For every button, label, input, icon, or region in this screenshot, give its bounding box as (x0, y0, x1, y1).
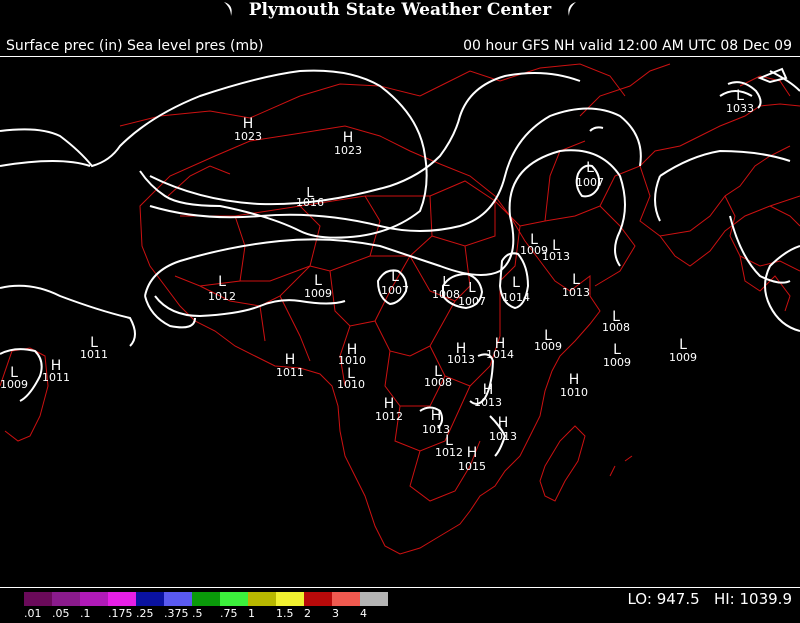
lo-label: LO: (627, 590, 652, 608)
hi-value: 1039.9 (739, 590, 793, 608)
center-type: H (431, 408, 442, 424)
center-value: 1023 (334, 144, 362, 157)
center-value: 1015 (458, 460, 486, 473)
legend-label: .25 (136, 607, 154, 620)
center-value: 1011 (276, 366, 304, 379)
center-value: 1016 (296, 196, 324, 209)
center-type: L (468, 281, 476, 296)
legend-swatch (24, 592, 52, 606)
precip-legend-labels: .01 .05 .1 .175.25 .375.5 .75 1 1.5 2 3 4 (24, 607, 404, 621)
legend-label: .175 (108, 607, 133, 620)
legend-swatch (136, 592, 164, 606)
hi-label: HI: (713, 590, 735, 608)
center-value: 1013 (562, 286, 590, 299)
center-value: 1008 (424, 376, 452, 389)
center-type: L (391, 269, 399, 285)
center-value: 1033 (726, 102, 754, 115)
legend-label: .05 (52, 607, 70, 620)
precip-color-legend (24, 592, 388, 606)
legend-label: 4 (360, 607, 367, 620)
legend-label: .75 (220, 607, 238, 620)
center-type: L (586, 160, 594, 176)
center-value: 1009 (534, 340, 562, 353)
center-value: 1013 (489, 430, 517, 443)
center-value: 1008 (602, 321, 630, 334)
min-max-pressure: LO: 947.5 HI: 1039.9 (627, 590, 792, 608)
center-type: H (467, 445, 478, 461)
legend-swatch (52, 592, 80, 606)
center-type: H (498, 415, 509, 431)
center-value: 1012 (375, 410, 403, 423)
center-value: 1010 (337, 378, 365, 391)
center-value: 1008 (432, 288, 460, 301)
legend-swatch (108, 592, 136, 606)
legend-swatch (248, 592, 276, 606)
legend-swatch (164, 592, 192, 606)
center-value: 1013 (447, 353, 475, 366)
center-type: L (512, 275, 520, 291)
center-value: 1007 (576, 176, 604, 189)
legend-label: 3 (332, 607, 339, 620)
center-value: 1007 (381, 284, 409, 297)
center-value: 1013 (474, 396, 502, 409)
center-value: 1023 (234, 130, 262, 143)
map-title: Plymouth State Weather Center (0, 0, 800, 22)
center-value: 1012 (208, 290, 236, 303)
legend-label: .375 (164, 607, 189, 620)
model-valid-time: 00 hour GFS NH valid 12:00 AM UTC 08 Dec… (463, 38, 792, 54)
legend-swatch (220, 592, 248, 606)
center-value: 1009 (669, 351, 697, 364)
legend-label: 2 (304, 607, 311, 620)
legend-label: 1 (248, 607, 255, 620)
weather-map: H1023 H1023 L1007 L1016 L1009 L1013 L101… (0, 56, 800, 588)
center-value: 1014 (486, 348, 514, 361)
lo-value: 947.5 (656, 590, 700, 608)
legend-swatch (304, 592, 332, 606)
center-value: 1010 (560, 386, 588, 399)
legend-swatch (276, 592, 304, 606)
legend-swatch (360, 592, 388, 606)
field-description: Surface prec (in) Sea level pres (mb) (6, 38, 264, 54)
center-value: 1012 (435, 446, 463, 459)
center-value: 1011 (42, 371, 70, 384)
center-type: L (218, 274, 226, 290)
legend-swatch (80, 592, 108, 606)
center-value: 1007 (458, 295, 486, 308)
center-value: 1009 (304, 287, 332, 300)
center-value: 1011 (80, 348, 108, 361)
center-value: 1014 (502, 291, 530, 304)
center-value: 1013 (542, 250, 570, 263)
legend-swatch (192, 592, 220, 606)
legend-label: .1 (80, 607, 91, 620)
legend-label: .5 (192, 607, 203, 620)
crescent-logo-icon (568, 2, 577, 16)
center-value: 1009 (0, 378, 28, 391)
legend-swatch (332, 592, 360, 606)
title-text: Plymouth State Weather Center (248, 0, 552, 20)
center-value: 1009 (603, 356, 631, 369)
legend-label: .01 (24, 607, 42, 620)
crescent-logo-icon (223, 2, 232, 16)
legend-label: 1.5 (276, 607, 294, 620)
